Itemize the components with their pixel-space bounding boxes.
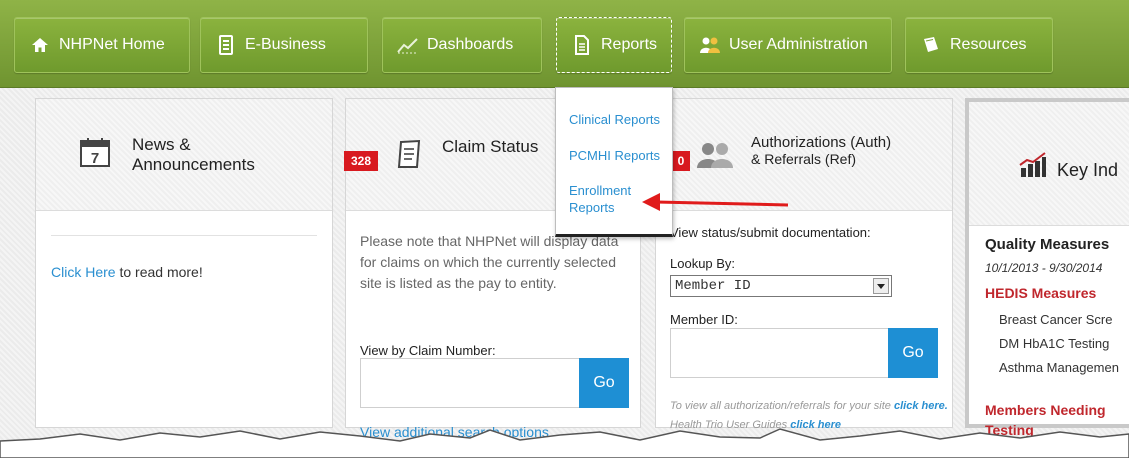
date-range: 10/1/2013 - 9/30/2014: [985, 261, 1103, 275]
menu-item-pcmhi-reports[interactable]: PCMHI Reports: [569, 147, 660, 164]
nav-dashboards[interactable]: Dashboards: [382, 17, 542, 73]
calendar-icon: 7: [80, 137, 110, 172]
authorizations-panel: 0 Authorizations (Auth) & Referrals (Ref…: [655, 98, 953, 431]
news-panel-header: 7 News & Announcements: [36, 99, 332, 211]
chevron-down-icon[interactable]: [873, 278, 889, 294]
nav-label: E-Business: [245, 36, 326, 53]
clipboard-icon: [396, 139, 422, 174]
news-panel: 7 News & Announcements Click Here to rea…: [35, 98, 333, 428]
nav-resources[interactable]: Resources: [905, 17, 1053, 73]
bar-chart-icon: [1019, 152, 1047, 183]
key-indicators-header: Key Ind: [969, 102, 1129, 226]
authorizations-title: Authorizations (Auth) & Referrals (Ref): [751, 134, 892, 168]
claim-number-label: View by Claim Number:: [360, 343, 496, 358]
claim-note: Please note that NHPNet will display dat…: [360, 233, 619, 291]
lookup-by-select[interactable]: Member ID: [670, 275, 892, 297]
users-group-icon: [696, 141, 734, 174]
divider: [51, 235, 317, 236]
member-id-input[interactable]: [670, 328, 889, 378]
chart-line-icon: [397, 34, 419, 56]
click-here-link[interactable]: Click Here: [51, 264, 116, 280]
nav-user-administration[interactable]: User Administration: [684, 17, 892, 73]
quality-measures-heading: Quality Measures: [985, 236, 1110, 253]
menu-item-enrollment-reports[interactable]: Enrollment Reports: [569, 182, 631, 216]
nav-label: Reports: [601, 36, 658, 53]
users-icon: [699, 34, 721, 56]
measure-item[interactable]: Asthma Managemen: [999, 360, 1119, 375]
measure-item[interactable]: Breast Cancer Scre: [999, 312, 1112, 327]
nav-label: NHPNet Home: [59, 36, 165, 53]
menu-item-clinical-reports[interactable]: Clinical Reports: [569, 111, 660, 128]
auth-count-badge: 0: [672, 151, 690, 171]
main-navigation-bar: NHPNet Home E-Business Dashboards Report…: [0, 0, 1129, 88]
nav-label: User Administration: [729, 36, 868, 53]
view-all-auth-link[interactable]: click here.: [894, 400, 948, 412]
server-icon: [215, 34, 237, 56]
lookup-by-label: Lookup By:: [670, 256, 736, 271]
hedis-heading: HEDIS Measures: [985, 285, 1097, 301]
nav-nhpnet-home[interactable]: NHPNet Home: [14, 17, 190, 73]
red-arrow-annotation: [642, 193, 789, 211]
claim-status-title: Claim Status: [442, 137, 539, 156]
claim-go-button[interactable]: Go: [579, 358, 629, 408]
torn-edge: [0, 428, 1129, 458]
news-title: News & Announcements: [132, 135, 255, 174]
claim-count-badge: 328: [344, 151, 378, 171]
auth-instructions: View status/submit documentation:: [670, 225, 871, 240]
nav-label: Resources: [950, 36, 1027, 53]
key-indicators-panel: Key Ind Quality Measures 10/1/2013 - 9/3…: [965, 98, 1129, 438]
claim-number-input[interactable]: [360, 358, 580, 408]
calendar-day: 7: [91, 150, 99, 167]
member-id-label: Member ID:: [670, 312, 738, 327]
book-icon: [920, 34, 942, 56]
home-icon: [29, 34, 51, 56]
nav-label: Dashboards: [427, 36, 514, 53]
measure-item[interactable]: DM HbA1C Testing: [999, 336, 1109, 351]
auth-go-button[interactable]: Go: [888, 328, 938, 378]
news-read-more: Click Here to read more!: [51, 264, 203, 280]
nav-e-business[interactable]: E-Business: [200, 17, 368, 73]
nav-reports[interactable]: Reports: [556, 17, 672, 73]
key-indicators-title: Key Ind: [1057, 160, 1119, 180]
document-icon: [571, 34, 593, 56]
